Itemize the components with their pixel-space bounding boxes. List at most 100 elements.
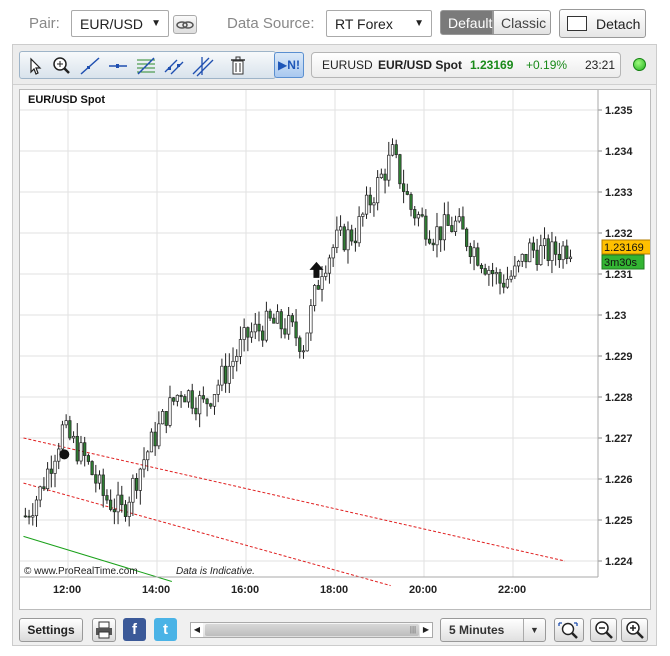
candle-down	[465, 228, 469, 247]
y-tick-label: 1.232	[605, 228, 633, 240]
candle-up	[387, 154, 391, 181]
candle-down	[290, 315, 294, 323]
candle-down	[535, 249, 539, 265]
candle-up	[231, 360, 235, 367]
candle-up	[364, 194, 369, 215]
candle-down	[565, 245, 569, 260]
zoom-tool-button[interactable]	[50, 55, 74, 77]
detach-icon	[567, 16, 587, 31]
facebook-share-button[interactable]: f	[123, 618, 146, 641]
candle-down	[194, 407, 198, 415]
candle-down	[279, 311, 283, 330]
candle-down	[413, 209, 417, 219]
candle-down	[164, 411, 168, 426]
y-tick-label: 1.228	[605, 392, 633, 404]
parallel-lines-icon	[192, 57, 214, 77]
candle-down	[427, 238, 432, 244]
scroll-right-icon[interactable]: ▶	[420, 623, 432, 637]
candle-up	[242, 327, 246, 340]
detach-button[interactable]: Detach	[559, 9, 646, 38]
settings-button[interactable]: Settings	[19, 618, 83, 642]
twitter-icon: t	[163, 621, 168, 638]
channel-tool-button[interactable]	[162, 55, 186, 77]
detach-label: Detach	[596, 16, 641, 32]
chevron-down-icon: ▼	[523, 619, 545, 641]
candle-up	[227, 365, 231, 384]
print-button[interactable]	[92, 618, 116, 642]
trendline-tool-button[interactable]	[78, 55, 102, 77]
scrollbar-thumb[interactable]	[205, 624, 419, 636]
candle-up	[264, 310, 268, 341]
candle-up	[379, 173, 383, 178]
candle-up	[550, 241, 554, 261]
zoom-out-button[interactable]	[590, 618, 617, 642]
candle-up	[472, 247, 476, 258]
candle-up	[516, 260, 521, 267]
facebook-icon: f	[132, 621, 137, 638]
candle-down	[23, 515, 27, 518]
x-tick-label: 12:00	[53, 584, 81, 596]
channel-icon	[164, 59, 184, 75]
candle-up	[216, 384, 220, 395]
y-tick-label: 1.224	[605, 556, 633, 568]
printer-icon	[96, 621, 112, 639]
zoom-in-button[interactable]	[621, 618, 648, 642]
delete-drawings-button[interactable]	[226, 55, 250, 77]
default-view-button[interactable]: Default	[440, 10, 493, 35]
candle-down	[120, 494, 124, 506]
zoom-fit-icon	[558, 622, 578, 639]
twitter-share-button[interactable]: t	[154, 618, 177, 641]
parallel-tool-button[interactable]	[190, 55, 214, 77]
candle-down	[483, 268, 487, 275]
chart-canvas[interactable]: 1.235 1.234 1.233 1.232 1.231 1.23 1.229 1.228 1…	[20, 90, 653, 609]
fibonacci-tool-button[interactable]	[134, 55, 158, 77]
y-tick-label: 1.227	[605, 433, 633, 445]
candle-down	[224, 365, 228, 384]
candle-down	[86, 455, 91, 462]
candle-up	[416, 214, 421, 219]
horizontal-line-tool-button[interactable]	[106, 55, 130, 77]
candle-up	[64, 420, 68, 426]
price-tag-text: 1.23169	[604, 242, 644, 254]
candle-down	[479, 264, 484, 269]
cursor-tool-button[interactable]	[22, 55, 46, 77]
candle-down	[94, 474, 98, 484]
timeframe-select[interactable]: 5 Minutes ▼	[440, 618, 546, 642]
x-tick-label: 14:00	[142, 584, 170, 596]
link-button[interactable]	[173, 15, 197, 34]
ticker-name: EUR/USD Spot	[378, 58, 462, 72]
chart-title: EUR/USD Spot	[28, 94, 105, 106]
pair-select-value: EUR/USD	[80, 16, 144, 32]
candle-up	[287, 315, 291, 335]
classic-view-button[interactable]: Classic	[493, 10, 551, 35]
candle-down	[498, 272, 502, 284]
candle-down	[350, 229, 354, 242]
candle-down	[261, 330, 265, 341]
candle-down	[394, 144, 398, 155]
zoom-out-icon	[594, 621, 613, 639]
candle-down	[68, 420, 72, 439]
zoom-fit-button[interactable]	[554, 618, 584, 642]
candle-down	[342, 226, 346, 251]
source-select[interactable]: RT Forex ▼	[326, 10, 432, 37]
time-scrollbar[interactable]: ◀ ||| ▶	[190, 622, 433, 638]
candle-up	[157, 423, 161, 447]
candle-up	[146, 451, 150, 461]
candle-down	[353, 240, 357, 244]
price-chart[interactable]: 1.235 1.234 1.233 1.232 1.231 1.23 1.229 1.228 1…	[19, 89, 653, 610]
candle-down	[109, 499, 113, 510]
buy-arrow-marker	[309, 261, 324, 278]
candle-up	[346, 229, 350, 251]
y-tick-label: 1.231	[605, 269, 633, 281]
disclaimer-text: Data is Indicative.	[176, 566, 255, 577]
candle-up	[38, 486, 42, 501]
candle-down	[476, 247, 480, 266]
candle-up	[338, 226, 343, 231]
candle-up	[357, 216, 361, 244]
candle-up	[160, 411, 165, 425]
scroll-left-icon[interactable]: ◀	[191, 623, 203, 637]
next-bar-button[interactable]: ▶N!	[274, 52, 304, 78]
x-tick-label: 20:00	[409, 584, 437, 596]
candle-up	[528, 242, 532, 263]
pair-select[interactable]: EUR/USD ▼	[71, 10, 169, 37]
